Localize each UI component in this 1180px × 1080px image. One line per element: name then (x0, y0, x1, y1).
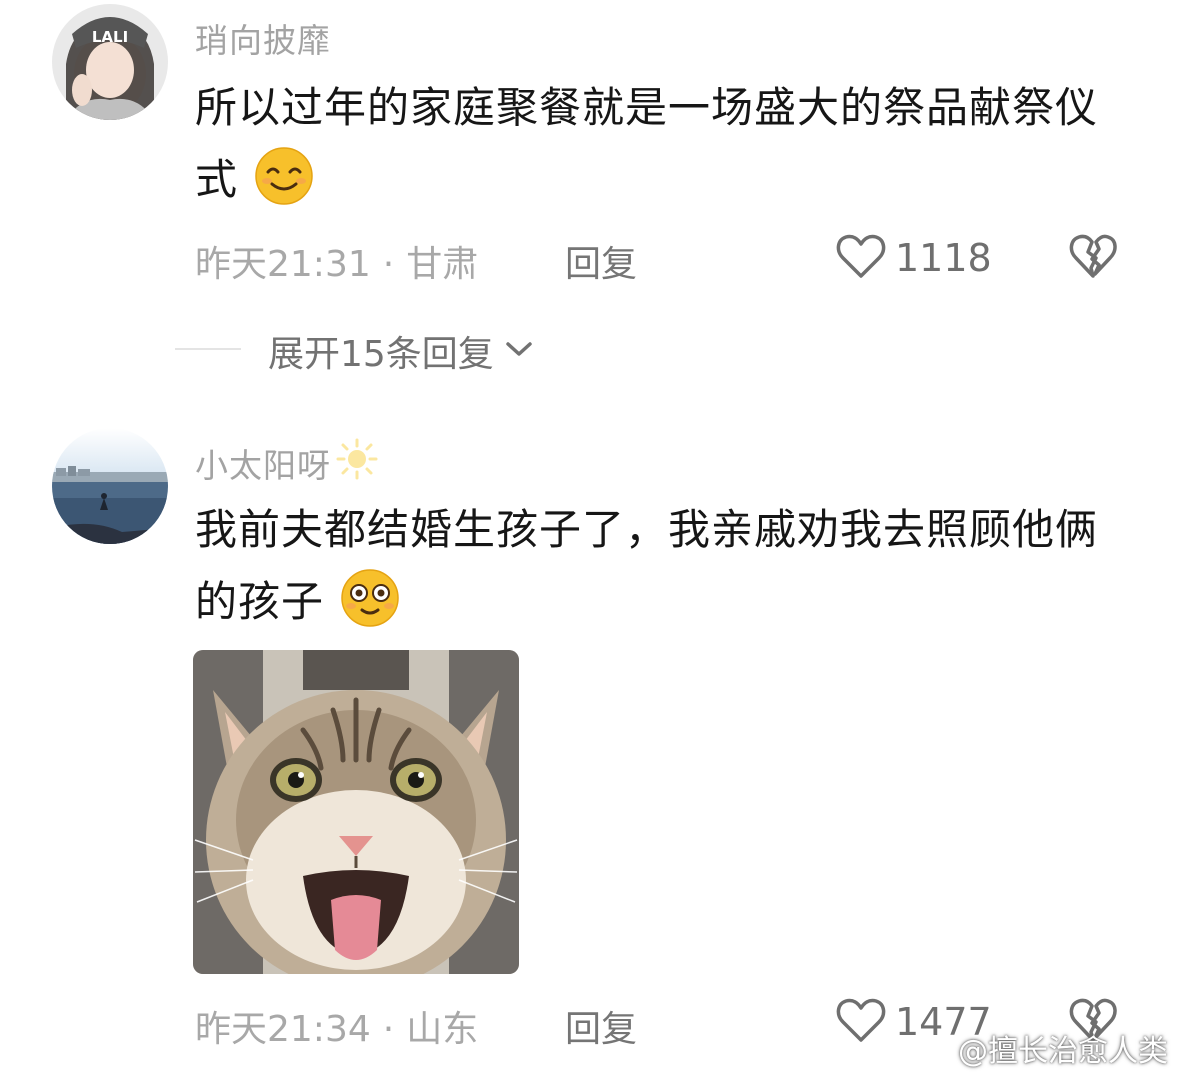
wide-eyed-emoji-icon (340, 568, 400, 628)
expand-replies-button[interactable]: 展开15条回复 (268, 325, 534, 377)
svg-text:LALI: LALI (92, 28, 128, 46)
comment-text-body: 所以过年的家庭聚餐就是一场盛大的祭品献祭仪式 (195, 83, 1099, 204)
weibo-icon (918, 1030, 952, 1066)
heart-icon (835, 232, 887, 284)
chevron-down-icon (504, 339, 534, 363)
comment-text: 我前夫都结婚生孩子了，我亲戚劝我去照顾他俩的孩子 (195, 494, 1125, 638)
broken-heart-icon (1068, 234, 1118, 284)
meta-separator: · (382, 1009, 395, 1050)
username-text: 小太阳呀 (195, 446, 331, 485)
smile-emoji-icon (254, 146, 314, 206)
divider (175, 348, 241, 350)
comment-meta: 昨天21:31 · 甘肃 (195, 235, 478, 287)
comment-location: 山东 (406, 1009, 479, 1050)
comment-location: 甘肃 (406, 244, 479, 285)
reply-button[interactable]: 回复 (565, 1000, 637, 1052)
meta-separator: · (382, 244, 395, 285)
avatar[interactable] (52, 428, 168, 544)
like-count: 1118 (895, 236, 992, 280)
watermark-text: @擅长治愈人类 (958, 1034, 1168, 1069)
watermark: @擅长治愈人类 (918, 1026, 1168, 1070)
expand-replies-label: 展开15条回复 (268, 334, 494, 375)
sun-icon (335, 437, 379, 489)
comment-meta: 昨天21:34 · 山东 (195, 1000, 478, 1052)
like-button[interactable]: 1118 (835, 232, 992, 284)
comment-text-body: 我前夫都结婚生孩子了，我亲戚劝我去照顾他俩的孩子 (195, 505, 1099, 626)
username[interactable]: 小太阳呀 (195, 437, 379, 489)
username[interactable]: 琑向披靡 (195, 14, 331, 62)
comment-text: 所以过年的家庭聚餐就是一场盛大的祭品献祭仪式 (195, 72, 1125, 216)
heart-icon (835, 996, 887, 1048)
reply-button[interactable]: 回复 (565, 235, 637, 287)
dislike-button[interactable] (1068, 232, 1118, 284)
comment-image[interactable] (193, 650, 519, 974)
avatar[interactable]: LALI (52, 4, 168, 120)
comment-time: 昨天21:34 (195, 1009, 371, 1050)
comment-time: 昨天21:31 (195, 244, 371, 285)
